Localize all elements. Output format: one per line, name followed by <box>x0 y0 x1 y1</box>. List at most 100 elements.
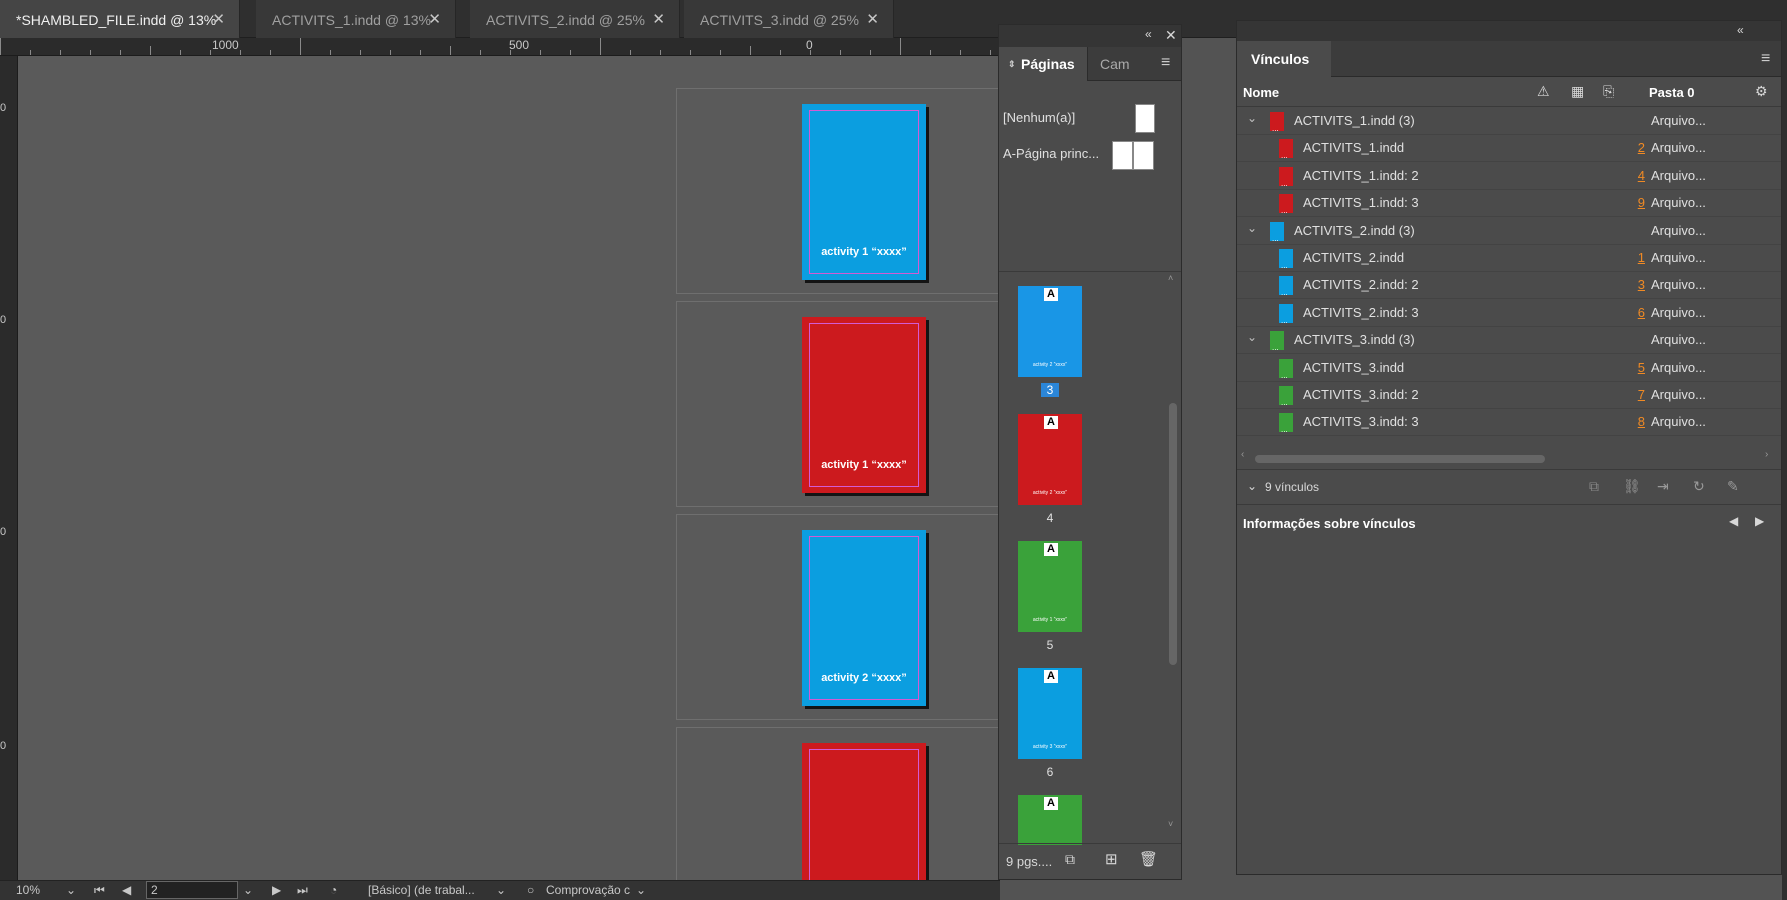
link-row[interactable]: ACTIVITS_1.indd: 3 9 Arquivo... <box>1237 190 1781 218</box>
link-row[interactable]: ACTIVITS_2.indd: 2 3 Arquivo... <box>1237 272 1781 300</box>
link-page-number[interactable]: 9 <box>1633 195 1645 210</box>
column-folder[interactable]: Pasta 0 <box>1649 85 1695 100</box>
link-page-number[interactable]: 7 <box>1633 387 1645 402</box>
link-row[interactable]: ACTIVITS_1.indd: 2 4 Arquivo... <box>1237 163 1781 190</box>
link-page-number[interactable]: 8 <box>1633 414 1645 429</box>
prev-page-icon[interactable]: ◀ <box>122 883 131 897</box>
preflight-label[interactable]: Comprovação c <box>546 883 630 897</box>
page-thumbnail[interactable]: A activity 1 “xxxx” <box>1018 541 1082 632</box>
links-h-scrollbar[interactable]: ‹ › <box>1241 449 1773 463</box>
last-page-icon[interactable]: ⏭ <box>297 883 308 898</box>
next-link-icon[interactable]: ▶ <box>1755 514 1764 528</box>
document-tab[interactable]: ACTIVITS_3.indd @ 25% ✕ <box>684 0 894 38</box>
collapse-panel-icon[interactable]: « <box>1737 23 1744 37</box>
close-tab-icon[interactable]: ✕ <box>652 0 665 40</box>
document-canvas[interactable]: activity 1 “xxxx” activity 1 “xxxx” acti… <box>18 56 998 880</box>
page-thumbnail[interactable]: A activity 2 “xxxx” <box>1018 286 1082 377</box>
link-page-number[interactable]: 1 <box>1633 250 1645 265</box>
link-page-number[interactable]: 5 <box>1633 360 1645 375</box>
scroll-up-icon[interactable]: ˄ <box>1168 273 1173 283</box>
preflight-profile[interactable]: [Básico] (de trabal... <box>368 883 475 897</box>
collapse-panel-icon[interactable]: « <box>1145 27 1152 41</box>
chevron-down-icon[interactable]: ⌄ <box>1247 330 1257 344</box>
link-row[interactable]: ACTIVITS_3.indd 5 Arquivo... <box>1237 355 1781 382</box>
master-a[interactable]: A-Página princ... <box>1003 146 1099 161</box>
close-tab-icon[interactable]: ✕ <box>866 0 879 40</box>
pages-panel-titlebar[interactable]: « ✕ <box>999 25 1181 47</box>
document-tab[interactable]: ACTIVITS_1.indd @ 13% ✕ <box>256 0 456 38</box>
scrollbar-thumb[interactable] <box>1169 403 1177 665</box>
link-page-number[interactable]: 6 <box>1633 305 1645 320</box>
master-a-left-thumbnail[interactable] <box>1112 141 1133 170</box>
link-row[interactable]: ACTIVITS_2.indd 1 Arquivo... <box>1237 245 1781 272</box>
chevron-down-icon[interactable]: ⌄ <box>1247 111 1257 125</box>
column-name[interactable]: Nome <box>1243 85 1279 100</box>
document-tab[interactable]: *SHAMBLED_FILE.indd @ 13% ✕ <box>0 0 240 38</box>
link-row[interactable]: ACTIVITS_2.indd: 3 6 Arquivo... <box>1237 300 1781 327</box>
close-tab-icon[interactable]: ✕ <box>212 0 225 40</box>
page-icon[interactable]: ⎘ <box>1603 83 1614 100</box>
scroll-down-icon[interactable]: ˅ <box>1168 819 1173 829</box>
edit-original-icon[interactable]: ✎ <box>1727 478 1739 495</box>
document-page[interactable] <box>802 743 926 880</box>
profile-dropdown-icon[interactable]: ⌄ <box>496 883 506 897</box>
link-group-row[interactable]: ⌄ ACTIVITS_2.indd (3) Arquivo... <box>1237 218 1781 245</box>
link-row[interactable]: ACTIVITS_3.indd: 2 7 Arquivo... <box>1237 382 1781 409</box>
page-thumbnail[interactable]: A activity 2 “xxxx” <box>1018 414 1082 505</box>
tab-links[interactable]: Vínculos <box>1237 41 1331 77</box>
link-row[interactable]: ACTIVITS_3.indd: 3 8 Arquivo... <box>1237 409 1781 437</box>
tab-pages[interactable]: ⇕ Páginas <box>999 47 1087 81</box>
chevron-down-icon[interactable]: ⌄ <box>1247 479 1257 493</box>
zoom-dropdown-icon[interactable]: ⌄ <box>66 883 76 897</box>
ruler-label: 0 <box>0 102 7 114</box>
relink-icon[interactable]: ⛓ <box>1623 478 1641 495</box>
document-tab[interactable]: ACTIVITS_2.indd @ 25% ✕ <box>470 0 680 38</box>
preflight-settings-icon[interactable]: ◔ <box>330 883 337 897</box>
link-group-row[interactable]: ⌄ ACTIVITS_1.indd (3) Arquivo... <box>1237 108 1781 135</box>
first-page-icon[interactable]: ⏮ <box>94 883 105 898</box>
link-name: ACTIVITS_1.indd <box>1303 140 1405 156</box>
page-number-input[interactable]: 2 <box>146 881 238 899</box>
grid-icon[interactable]: ▦ <box>1571 83 1584 100</box>
relink-cc-icon[interactable]: ⧉ <box>1589 478 1599 495</box>
link-page-number[interactable]: 2 <box>1633 140 1645 155</box>
link-row[interactable]: ACTIVITS_1.indd 2 Arquivo... <box>1237 135 1781 163</box>
chevron-down-icon[interactable]: ⌄ <box>1247 221 1257 235</box>
master-a-right-thumbnail[interactable] <box>1133 141 1154 170</box>
close-tab-icon[interactable]: ✕ <box>428 0 441 40</box>
page-dropdown-icon[interactable]: ⌄ <box>243 883 253 897</box>
scroll-left-icon[interactable]: ‹ <box>1241 449 1244 460</box>
pages-scrollbar[interactable]: ˄ ˅ <box>1167 273 1179 833</box>
document-page[interactable]: activity 2 “xxxx” <box>802 530 926 706</box>
update-link-icon[interactable]: ↻ <box>1693 478 1705 495</box>
prev-link-icon[interactable]: ◀ <box>1729 514 1738 528</box>
new-page-icon[interactable]: ⊞ <box>1105 850 1118 868</box>
zoom-field[interactable]: 10% <box>16 883 40 897</box>
panel-menu-icon[interactable]: ≡ <box>1761 50 1770 68</box>
scroll-right-icon[interactable]: › <box>1765 449 1768 460</box>
link-page-number[interactable]: 3 <box>1633 277 1645 292</box>
close-panel-icon[interactable]: ✕ <box>1165 27 1177 44</box>
horizontal-ruler[interactable]: 1000 500 0 <box>0 38 1000 56</box>
vertical-ruler[interactable]: 0 0 0 0 <box>0 56 18 880</box>
options-icon[interactable]: ⚙ <box>1755 83 1768 100</box>
scrollbar-thumb[interactable] <box>1255 455 1545 463</box>
page-thumbnail[interactable]: A <box>1018 795 1082 845</box>
preflight-dropdown-icon[interactable]: ⌄ <box>636 883 646 897</box>
link-page-number[interactable]: 4 <box>1633 168 1645 183</box>
document-page[interactable]: activity 1 “xxxx” <box>802 317 926 493</box>
edit-page-size-icon[interactable]: ⧉ <box>1065 851 1075 868</box>
links-panel-titlebar[interactable]: « <box>1237 21 1781 41</box>
page-thumbnail[interactable]: A activity 3 “xxxx” <box>1018 668 1082 759</box>
document-page[interactable]: activity 1 “xxxx” <box>802 104 926 280</box>
tab-layers[interactable]: Cam <box>1087 47 1137 81</box>
panel-menu-icon[interactable]: ≡ <box>1161 54 1170 72</box>
master-none-thumbnail[interactable] <box>1135 104 1155 133</box>
link-info-title[interactable]: Informações sobre vínculos <box>1243 516 1416 531</box>
go-to-link-icon[interactable]: ⇥ <box>1657 478 1669 495</box>
link-group-row[interactable]: ⌄ ACTIVITS_3.indd (3) Arquivo... <box>1237 327 1781 355</box>
warning-icon[interactable]: ⚠ <box>1537 83 1550 100</box>
master-none[interactable]: [Nenhum(a)] <box>1003 110 1075 125</box>
next-page-icon[interactable]: ▶ <box>272 883 281 897</box>
delete-page-icon[interactable]: 🗑 <box>1139 850 1158 868</box>
